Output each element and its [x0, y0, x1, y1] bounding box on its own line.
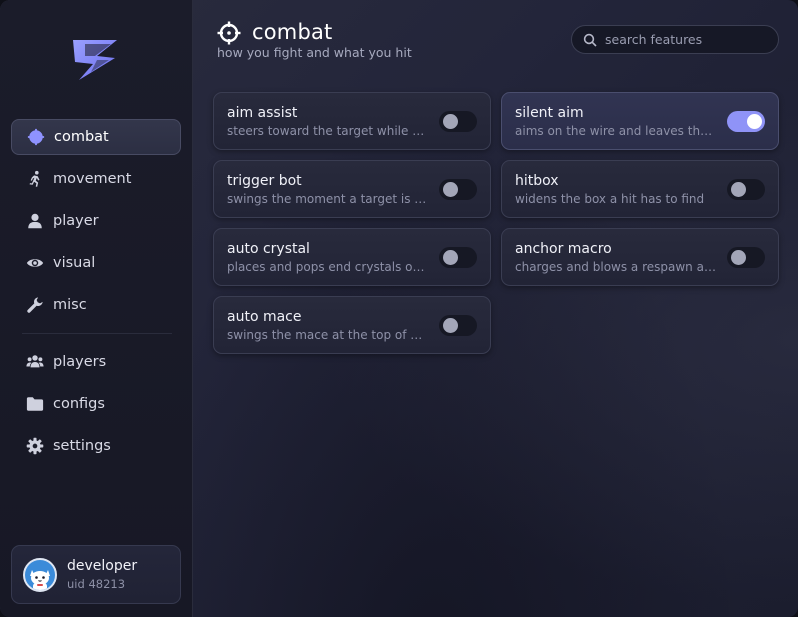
sidebar-item-label: misc: [53, 297, 87, 313]
search-icon: [583, 33, 597, 47]
auto-crystal-toggle[interactable]: [439, 247, 477, 268]
trigger-bot-toggle[interactable]: [439, 179, 477, 200]
wrench-icon: [25, 295, 45, 315]
toggle-knob: [443, 114, 458, 129]
hitbox-toggle[interactable]: [727, 179, 765, 200]
toggle-knob: [747, 114, 762, 129]
feature-description: aims on the wire and leaves the camera a…: [515, 124, 717, 138]
toggle-knob: [443, 250, 458, 265]
toggle-knob: [731, 250, 746, 265]
user-info: developer uid 48213: [67, 558, 137, 591]
sidebar: combat movement player visual misc playe…: [0, 0, 193, 617]
sidebar-item-players[interactable]: players: [11, 344, 181, 380]
feature-description: steers toward the target while held: [227, 124, 429, 138]
feature-title: silent aim: [515, 105, 584, 121]
sidebar-item-label: combat: [54, 129, 109, 145]
sidebar-item-label: configs: [53, 396, 105, 412]
feature-description: swings the mace at the top of a fall: [227, 328, 429, 342]
sidebar-item-label: players: [53, 354, 107, 370]
avatar: [23, 557, 57, 592]
page-title: combat: [252, 20, 333, 44]
feature-title: auto mace: [227, 309, 302, 325]
feature-card-auto-mace[interactable]: auto mace swings the mace at the top of …: [213, 296, 491, 354]
anchor-macro-toggle[interactable]: [727, 247, 765, 268]
toggle-knob: [731, 182, 746, 197]
sidebar-divider: [22, 333, 172, 334]
crosshair-icon: [217, 21, 241, 45]
app-window: combat movement player visual misc playe…: [0, 0, 798, 617]
sidebar-item-misc[interactable]: misc: [11, 287, 181, 323]
sidebar-item-settings[interactable]: settings: [11, 428, 181, 464]
silent-aim-toggle[interactable]: [727, 111, 765, 132]
cat-avatar: [30, 569, 50, 590]
sidebar-item-configs[interactable]: configs: [11, 386, 181, 422]
feature-title: aim assist: [227, 105, 298, 121]
running-person-icon: [25, 169, 45, 189]
sidebar-item-label: visual: [53, 255, 96, 271]
feature-card-trigger-bot[interactable]: trigger bot swings the moment a target i…: [213, 160, 491, 218]
person-icon: [25, 211, 45, 231]
feature-description: widens the box a hit has to find: [515, 192, 705, 206]
user-profile-card[interactable]: developer uid 48213: [11, 545, 181, 604]
toggle-knob: [443, 318, 458, 333]
feature-title: anchor macro: [515, 241, 612, 257]
lightning-s-logo: [73, 40, 117, 80]
user-uid: uid 48213: [67, 577, 126, 591]
sidebar-item-player[interactable]: player: [11, 203, 181, 239]
feature-card-aim-assist[interactable]: aim assist steers toward the target whil…: [213, 92, 491, 150]
aim-assist-toggle[interactable]: [439, 111, 477, 132]
feature-title: hitbox: [515, 173, 559, 189]
page-subtitle: how you fight and what you hit: [217, 45, 412, 60]
search-box[interactable]: [571, 25, 779, 54]
search-input[interactable]: [605, 32, 775, 47]
sidebar-item-visual[interactable]: visual: [11, 245, 181, 281]
feature-title: trigger bot: [227, 173, 302, 189]
toggle-knob: [443, 182, 458, 197]
feature-title: auto crystal: [227, 241, 310, 257]
crosshair-icon: [26, 127, 46, 147]
sidebar-item-combat[interactable]: combat: [11, 119, 181, 155]
sidebar-item-label: player: [53, 213, 99, 229]
sidebar-item-label: settings: [53, 438, 111, 454]
sidebar-item-label: movement: [53, 171, 132, 187]
gear-icon: [25, 436, 45, 456]
feature-card-auto-crystal[interactable]: auto crystal places and pops end crystal…: [213, 228, 491, 286]
feature-description: charges and blows a respawn anchor: [515, 260, 717, 274]
feature-description: places and pops end crystals on target: [227, 260, 429, 274]
eye-icon: [25, 253, 45, 273]
sidebar-item-movement[interactable]: movement: [11, 161, 181, 197]
folder-icon: [25, 394, 45, 414]
feature-card-silent-aim[interactable]: silent aim aims on the wire and leaves t…: [501, 92, 779, 150]
feature-card-anchor-macro[interactable]: anchor macro charges and blows a respawn…: [501, 228, 779, 286]
auto-mace-toggle[interactable]: [439, 315, 477, 336]
people-icon: [25, 352, 45, 372]
feature-card-hitbox[interactable]: hitbox widens the box a hit has to find: [501, 160, 779, 218]
feature-description: swings the moment a target is under the …: [227, 192, 429, 206]
user-name: developer: [67, 558, 138, 574]
